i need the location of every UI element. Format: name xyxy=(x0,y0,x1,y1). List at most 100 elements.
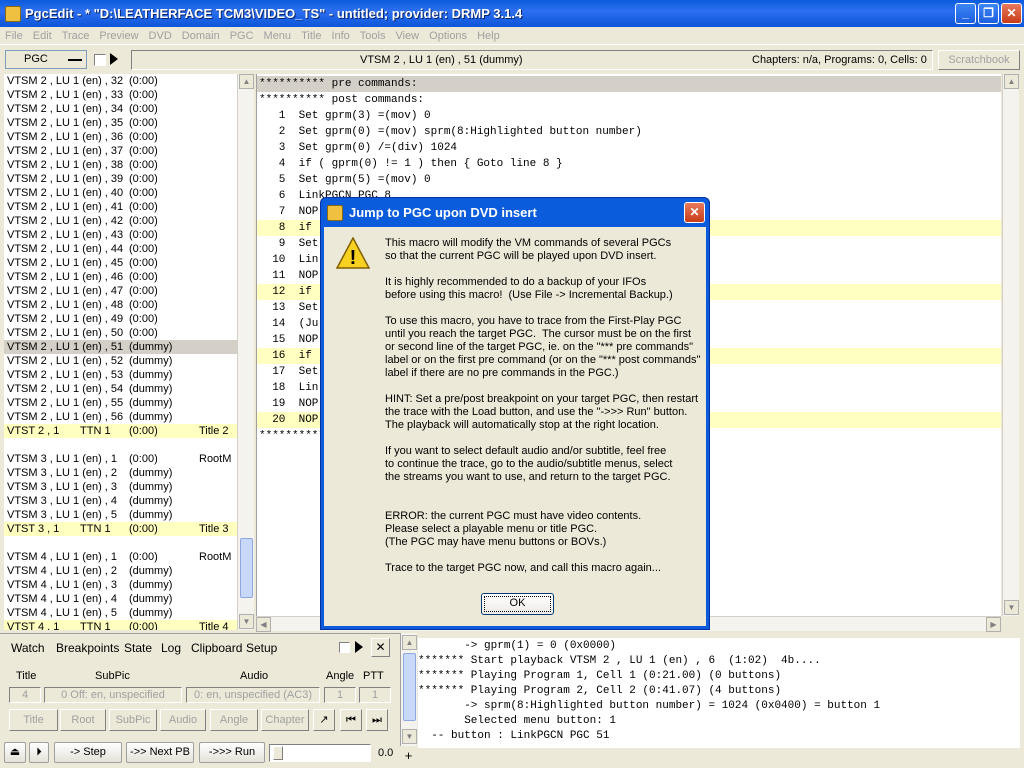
jump-subpic-button[interactable]: SubPic xyxy=(109,709,157,731)
pgc-list-item[interactable]: VTSM 2 , LU 1 (en) , 35 (0:00) xyxy=(4,116,237,130)
scratchbook-button[interactable]: Scratchbook xyxy=(938,50,1020,70)
menu-menu[interactable]: Menu xyxy=(259,30,297,42)
pgc-list-item[interactable]: VTSM 3 , LU 1 (en) , 2 (dummy) xyxy=(4,466,237,480)
jump-audio-button[interactable]: Audio xyxy=(160,709,206,731)
tab-state[interactable]: State xyxy=(124,639,152,657)
pgc-list-item[interactable]: VTSM 4 , LU 1 (en) , 4 (dummy) xyxy=(4,592,237,606)
speed-slider[interactable] xyxy=(269,744,371,762)
eject-icon[interactable]: ⏏ xyxy=(4,742,26,763)
jump-chapter-button[interactable]: Chapter xyxy=(261,709,309,731)
log-scroll-down-icon[interactable]: ▼ xyxy=(402,729,417,744)
resume-icon[interactable]: ↗ xyxy=(313,709,335,731)
pgc-list-item[interactable]: VTSM 2 , LU 1 (en) , 52 (dummy) xyxy=(4,354,237,368)
jump-root-button[interactable]: Root xyxy=(60,709,106,731)
pgc-list-item[interactable]: VTSM 4 , LU 1 (en) , 5 (dummy) xyxy=(4,606,237,620)
pgc-list-item[interactable]: VTSM 3 , LU 1 (en) , 1 (0:00) RootM xyxy=(4,452,237,466)
pgc-list-item[interactable]: VTSM 2 , LU 1 (en) , 40 (0:00) xyxy=(4,186,237,200)
menu-domain[interactable]: Domain xyxy=(177,30,225,42)
hscroll-right-icon[interactable]: ▶ xyxy=(986,617,1001,632)
cmd-scroll-down-icon[interactable]: ▼ xyxy=(1004,600,1019,615)
next-pb-button[interactable]: ->> Next PB xyxy=(126,742,194,763)
pgc-list[interactable]: VTSM 2 , LU 1 (en) , 32 (0:00) VTSM 2 , LU… xyxy=(4,74,237,630)
tab-setup[interactable]: Setup xyxy=(246,639,277,657)
dialog-title-bar[interactable]: Jump to PGC upon DVD insert ✕ xyxy=(321,198,709,227)
pgc-list-item[interactable]: VTSM 4 , LU 1 (en) , 1 (0:00) RootM xyxy=(4,550,237,564)
scroll-thumb[interactable] xyxy=(240,538,253,598)
menu-preview[interactable]: Preview xyxy=(94,30,143,42)
maximize-button[interactable]: ❐ xyxy=(978,3,999,24)
tab-breakpoints[interactable]: Breakpoints xyxy=(56,639,119,657)
tab-log[interactable]: Log xyxy=(161,639,181,657)
hscroll-left-icon[interactable]: ◀ xyxy=(256,617,271,632)
pgc-list-item[interactable]: VTSM 3 , LU 1 (en) , 5 (dummy) xyxy=(4,508,237,522)
play-icon[interactable] xyxy=(110,53,118,65)
pgc-list-item[interactable] xyxy=(4,536,237,550)
pgc-list-item[interactable] xyxy=(4,438,237,452)
pgc-list-item[interactable]: VTSM 3 , LU 1 (en) , 4 (dummy) xyxy=(4,494,237,508)
add-button[interactable]: + xyxy=(400,748,417,766)
pgc-list-item[interactable]: VTST 3 , 1 TTN 1 (0:00) Title 3 xyxy=(4,522,237,536)
pgc-list-item[interactable]: VTSM 4 , LU 1 (en) , 3 (dummy) xyxy=(4,578,237,592)
pgc-list-item[interactable]: VTSM 2 , LU 1 (en) , 49 (0:00) xyxy=(4,312,237,326)
command-line[interactable]: 4 if ( gprm(0) != 1 ) then { Goto line 8… xyxy=(257,156,1001,172)
dialog-close-button[interactable]: ✕ xyxy=(684,202,705,223)
title-bar[interactable]: PgcEdit - * "D:\LEATHERFACE TCM3\VIDEO_T… xyxy=(0,0,1024,27)
log-scroll-thumb[interactable] xyxy=(403,653,416,721)
pgc-list-scrollbar[interactable]: ▲ ▼ xyxy=(237,74,254,630)
menu-file[interactable]: File xyxy=(0,30,28,42)
scroll-up-icon[interactable]: ▲ xyxy=(239,74,254,89)
cmd-scroll-up-icon[interactable]: ▲ xyxy=(1004,74,1019,89)
trace-checkbox[interactable] xyxy=(339,642,350,653)
next-chapter-icon[interactable]: ⏭ xyxy=(366,709,388,731)
tab-watch[interactable]: Watch xyxy=(11,639,45,657)
trace-close-icon[interactable]: ✕ xyxy=(371,638,390,657)
pgc-list-item[interactable]: VTSM 2 , LU 1 (en) , 34 (0:00) xyxy=(4,102,237,116)
command-line[interactable]: 3 Set gprm(0) /=(div) 1024 xyxy=(257,140,1001,156)
menu-title[interactable]: Title xyxy=(296,30,326,42)
ok-button[interactable]: OK xyxy=(481,593,554,615)
menu-pgc[interactable]: PGC xyxy=(225,30,259,42)
jump-angle-button[interactable]: Angle xyxy=(210,709,258,731)
pgc-list-item[interactable]: VTSM 2 , LU 1 (en) , 50 (0:00) xyxy=(4,326,237,340)
menu-tools[interactable]: Tools xyxy=(355,30,391,42)
checkbox[interactable] xyxy=(94,54,106,66)
menu-info[interactable]: Info xyxy=(326,30,354,42)
trace-log[interactable]: -> gprm(1) = 0 (0x0000) ******* Start pla… xyxy=(418,638,1020,748)
step-button[interactable]: -> Step xyxy=(54,742,122,763)
domain-combo[interactable]: PGC xyxy=(5,50,87,69)
pgc-list-item[interactable]: VTSM 2 , LU 1 (en) , 41 (0:00) xyxy=(4,200,237,214)
jump-title-button[interactable]: Title xyxy=(9,709,58,731)
pgc-list-item[interactable]: VTSM 2 , LU 1 (en) , 37 (0:00) xyxy=(4,144,237,158)
menu-dvd[interactable]: DVD xyxy=(144,30,177,42)
pgc-list-item[interactable]: VTSM 2 , LU 1 (en) , 36 (0:00) xyxy=(4,130,237,144)
pgc-list-item[interactable]: VTSM 2 , LU 1 (en) , 54 (dummy) xyxy=(4,382,237,396)
pgc-list-item[interactable]: VTSM 2 , LU 1 (en) , 46 (0:00) xyxy=(4,270,237,284)
pgc-list-item[interactable]: VTSM 2 , LU 1 (en) , 51 (dummy) xyxy=(4,340,237,354)
command-line[interactable]: 5 Set gprm(5) =(mov) 0 xyxy=(257,172,1001,188)
scroll-down-icon[interactable]: ▼ xyxy=(239,614,254,629)
menu-help[interactable]: Help xyxy=(472,30,505,42)
close-button[interactable]: ✕ xyxy=(1001,3,1022,24)
tab-clipboard[interactable]: Clipboard xyxy=(191,639,242,657)
pgc-list-item[interactable]: VTSM 2 , LU 1 (en) , 42 (0:00) xyxy=(4,214,237,228)
trace-play-icon[interactable] xyxy=(355,641,363,653)
run-button[interactable]: ->>> Run xyxy=(199,742,265,763)
pgc-list-item[interactable]: VTSM 2 , LU 1 (en) , 33 (0:00) xyxy=(4,88,237,102)
pgc-list-item[interactable]: VTST 2 , 1 TTN 1 (0:00) Title 2 xyxy=(4,424,237,438)
prev-chapter-icon[interactable]: ⏮ xyxy=(340,709,362,731)
menu-view[interactable]: View xyxy=(390,30,424,42)
pgc-list-item[interactable]: VTSM 2 , LU 1 (en) , 38 (0:00) xyxy=(4,158,237,172)
minimize-button[interactable]: _ xyxy=(955,3,976,24)
menu-trace[interactable]: Trace xyxy=(57,30,95,42)
pgc-list-item[interactable]: VTSM 2 , LU 1 (en) , 45 (0:00) xyxy=(4,256,237,270)
command-line[interactable]: 2 Set gprm(0) =(mov) sprm(8:Highlighted … xyxy=(257,124,1001,140)
pgc-list-item[interactable]: VTSM 2 , LU 1 (en) , 53 (dummy) xyxy=(4,368,237,382)
pgc-list-item[interactable]: VTST 4 , 1 TTN 1 (0:00) Title 4 xyxy=(4,620,237,630)
log-scrollbar[interactable]: ▲ ▼ xyxy=(400,633,417,746)
pgc-list-item[interactable]: VTSM 2 , LU 1 (en) , 47 (0:00) xyxy=(4,284,237,298)
step-in-icon[interactable]: ⏵ xyxy=(29,742,49,763)
pgc-list-item[interactable]: VTSM 4 , LU 1 (en) , 2 (dummy) xyxy=(4,564,237,578)
pgc-list-item[interactable]: VTSM 2 , LU 1 (en) , 56 (dummy) xyxy=(4,410,237,424)
pgc-list-item[interactable]: VTSM 2 , LU 1 (en) , 32 (0:00) xyxy=(4,74,237,88)
pgc-list-item[interactable]: VTSM 2 , LU 1 (en) , 39 (0:00) xyxy=(4,172,237,186)
